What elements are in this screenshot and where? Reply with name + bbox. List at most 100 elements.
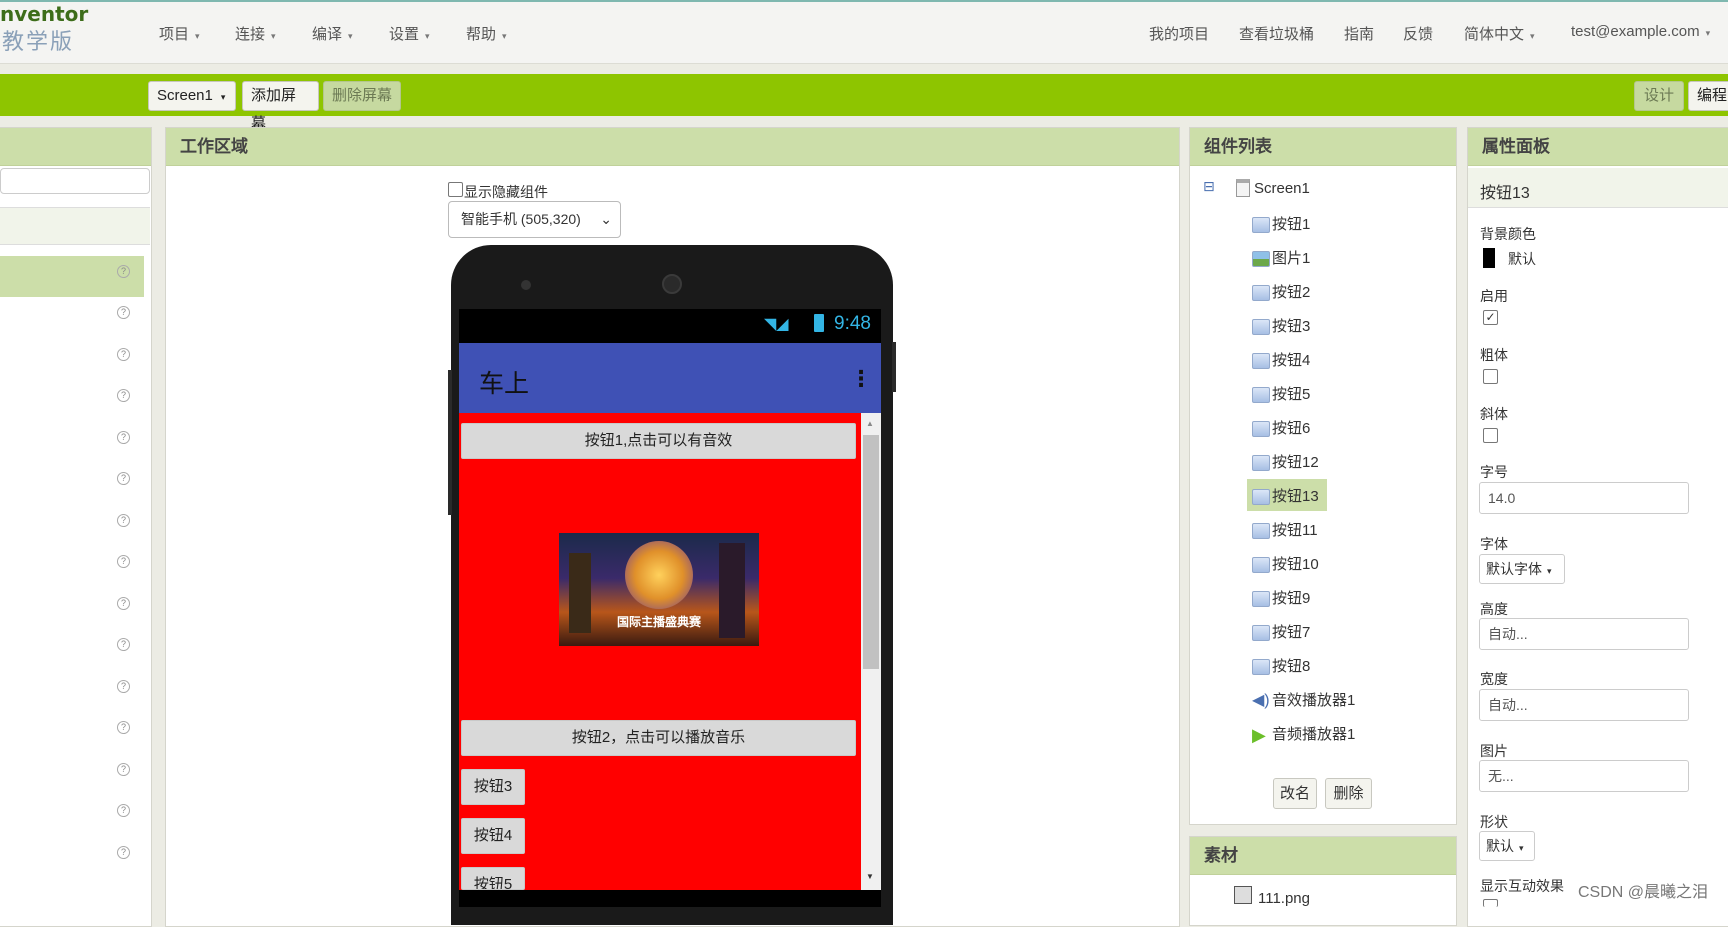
scroll-down-icon[interactable]: ▼ (866, 872, 874, 881)
my-projects-link[interactable]: 我的项目 (1149, 23, 1209, 44)
italic-checkbox[interactable] (1483, 428, 1498, 443)
menu-settings-label: 设置 (389, 26, 420, 43)
show-hidden-label: 显示隐藏组件 (464, 184, 548, 200)
tree-item-button11[interactable]: 按钮11 (1250, 518, 1320, 544)
scrollbar-thumb[interactable] (863, 435, 879, 669)
font-label: 字体 (1480, 536, 1508, 552)
palette-category[interactable] (0, 207, 150, 245)
trash-link[interactable]: 查看垃圾桶 (1239, 23, 1314, 44)
tree-item-button6[interactable]: 按钮6 (1250, 416, 1312, 442)
tree-item-button12[interactable]: 按钮12 (1250, 450, 1321, 476)
play-icon: ▶ (1252, 725, 1266, 745)
tree-item-player1[interactable]: ▶ 音频播放器1 (1250, 722, 1357, 748)
menu-connect[interactable]: 连接 ▾ (235, 23, 276, 44)
blocks-button[interactable]: 编程 (1688, 81, 1728, 111)
bg-color-value[interactable]: 默认 (1508, 249, 1536, 269)
menu-settings[interactable]: 设置 ▾ (389, 23, 430, 44)
help-icon[interactable]: ? (117, 638, 130, 651)
image-caption: 国际主播盛典赛 (616, 615, 701, 629)
menu-help[interactable]: 帮助 ▾ (466, 23, 507, 44)
font-size-input[interactable]: 14.0 (1479, 482, 1689, 514)
help-icon[interactable]: ? (117, 804, 130, 817)
phone-button-2[interactable]: 按钮2，点击可以播放音乐 (461, 720, 856, 756)
media-title: 素材 (1190, 837, 1456, 875)
user-menu[interactable]: test@example.com ▾ (1571, 23, 1710, 40)
image-input[interactable]: 无... (1479, 760, 1689, 792)
rename-button[interactable]: 改名 (1273, 778, 1317, 809)
width-label: 宽度 (1480, 671, 1508, 687)
help-icon[interactable]: ? (117, 306, 130, 319)
phone-button-5[interactable]: 按钮5 (461, 867, 525, 890)
overflow-menu-icon[interactable]: ⋮ (850, 366, 872, 392)
collapse-icon[interactable]: ⊟ (1203, 178, 1215, 195)
shape-select[interactable]: 默认 ▾ (1479, 831, 1535, 861)
caret-down-icon: ▾ (1547, 566, 1552, 576)
show-hidden-checkbox[interactable] (448, 182, 463, 197)
help-icon[interactable]: ? (117, 265, 130, 278)
help-icon[interactable]: ? (117, 389, 130, 402)
tree-item-button1[interactable]: 按钮1 (1250, 212, 1312, 238)
menu-project[interactable]: 项目 ▾ (159, 23, 200, 44)
width-input[interactable]: 自动... (1479, 689, 1689, 721)
add-screen-button[interactable]: 添加屏幕 (242, 81, 319, 132)
tree-item-button3[interactable]: 按钮3 (1250, 314, 1312, 340)
properties-component-name: 按钮13 (1480, 185, 1530, 202)
tree-item-sound1[interactable]: ◀) 音效播放器1 (1250, 688, 1357, 714)
tree-item-button5[interactable]: 按钮5 (1250, 382, 1312, 408)
help-icon[interactable]: ? (117, 514, 130, 527)
tree-item-label: 按钮6 (1272, 420, 1311, 437)
tree-item-button4[interactable]: 按钮4 (1250, 348, 1312, 374)
bold-label: 粗体 (1480, 347, 1508, 363)
color-swatch[interactable] (1483, 248, 1495, 268)
bold-checkbox[interactable] (1483, 369, 1498, 384)
help-icon[interactable]: ? (117, 348, 130, 361)
phone-nav-bar (459, 890, 881, 907)
tree-item-button8[interactable]: 按钮8 (1250, 654, 1312, 680)
height-input[interactable]: 自动... (1479, 618, 1689, 650)
design-button[interactable]: 设计 (1634, 81, 1684, 111)
phone-button-3[interactable]: 按钮3 (461, 769, 525, 805)
feedback-checkbox[interactable] (1483, 899, 1498, 907)
tree-item-image1[interactable]: 图片1 (1250, 246, 1312, 272)
height-label: 高度 (1480, 601, 1508, 617)
tree-root-screen1[interactable]: Screen1 (1254, 180, 1310, 197)
font-select-label: 默认字体 (1486, 561, 1542, 577)
screen-select[interactable]: Screen1 ▾ (148, 81, 236, 111)
scroll-up-icon[interactable]: ▲ (866, 419, 874, 428)
guide-link[interactable]: 指南 (1344, 23, 1374, 44)
tree-item-button9[interactable]: 按钮9 (1250, 586, 1312, 612)
phone-button-1[interactable]: 按钮1,点击可以有音效 (461, 423, 856, 459)
help-icon[interactable]: ? (117, 472, 130, 485)
help-icon[interactable]: ? (117, 597, 130, 610)
phone-image-1: 国际主播盛典赛 (559, 533, 759, 646)
tree-item-button7[interactable]: 按钮7 (1250, 620, 1312, 646)
menu-build[interactable]: 编译 ▾ (312, 23, 353, 44)
tree-item-button10[interactable]: 按钮10 (1250, 552, 1321, 578)
language-menu[interactable]: 简体中文 ▾ (1464, 23, 1535, 44)
tree-item-button2[interactable]: 按钮2 (1250, 280, 1312, 306)
tree-item-button13[interactable]: 按钮13 (1250, 484, 1321, 510)
enabled-checkbox[interactable]: ✓ (1483, 310, 1498, 325)
help-icon[interactable]: ? (117, 846, 130, 859)
help-icon[interactable]: ? (117, 431, 130, 444)
font-select[interactable]: 默认字体 ▾ (1479, 554, 1565, 584)
media-file-item[interactable]: 111.png (1258, 890, 1310, 907)
device-size-select[interactable]: 智能手机 (505,320) ⌄ (448, 201, 621, 238)
bg-color-label: 背景颜色 (1480, 226, 1536, 242)
phone-button-4[interactable]: 按钮4 (461, 818, 525, 854)
help-icon[interactable]: ? (117, 763, 130, 776)
remove-screen-button[interactable]: 删除屏幕 (323, 81, 401, 111)
wifi-signal-icon: ◥◢ (764, 316, 789, 333)
help-icon[interactable]: ? (117, 721, 130, 734)
palette-search-input[interactable] (0, 168, 150, 194)
delete-button[interactable]: 删除 (1325, 778, 1372, 809)
menu-build-label: 编译 (312, 26, 343, 43)
app-logo[interactable]: nventor (0, 2, 88, 26)
feedback-link[interactable]: 反馈 (1403, 23, 1433, 44)
tree-item-label: 按钮2 (1272, 284, 1311, 301)
help-icon[interactable]: ? (117, 555, 130, 568)
button-icon (1252, 659, 1270, 675)
button-icon (1252, 625, 1270, 641)
button-icon (1252, 387, 1270, 403)
help-icon[interactable]: ? (117, 680, 130, 693)
